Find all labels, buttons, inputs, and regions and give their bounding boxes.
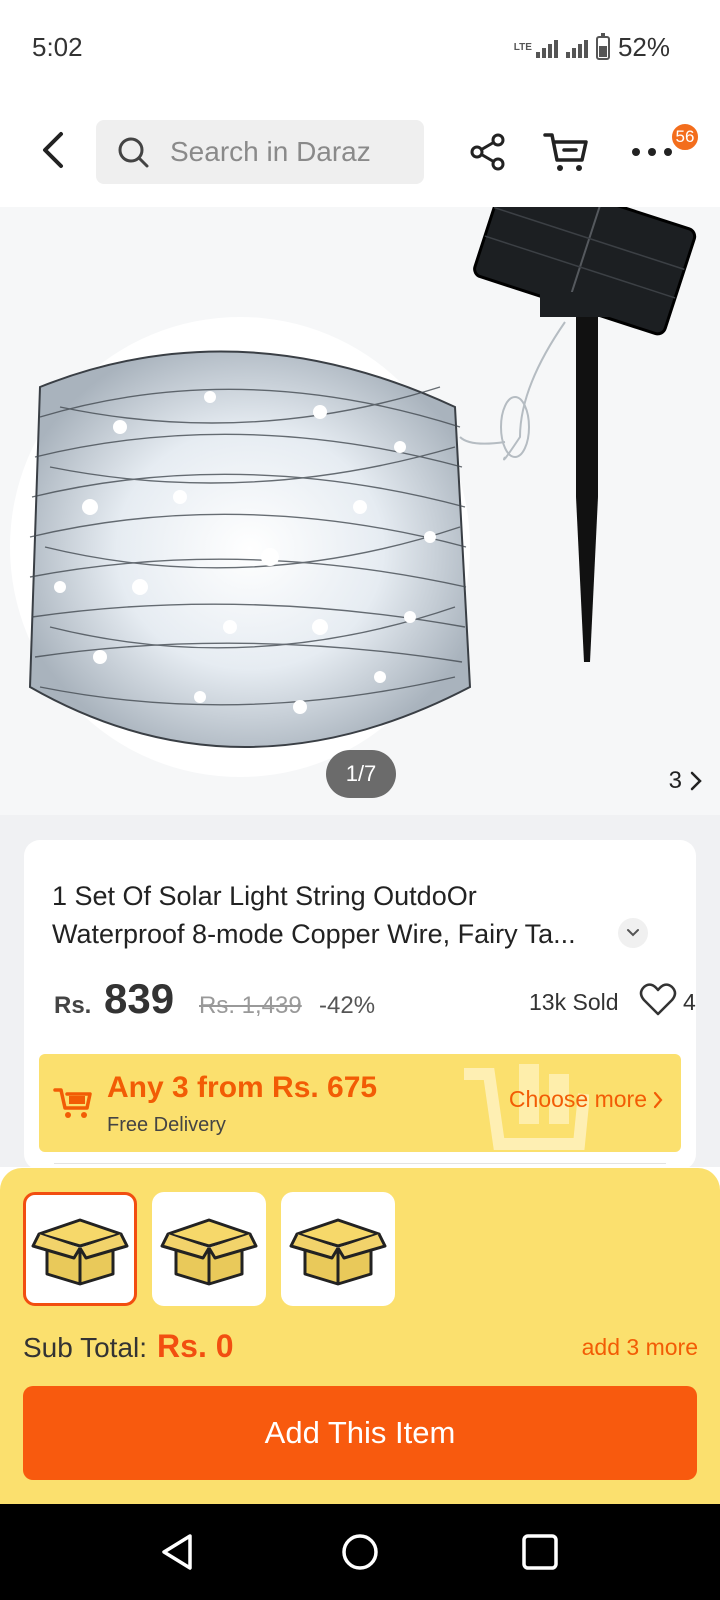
back-button[interactable] — [28, 125, 78, 175]
cart-icon — [53, 1088, 92, 1118]
bundle-slot-1[interactable] — [23, 1192, 137, 1306]
signal-icon — [535, 38, 558, 58]
choose-more-link[interactable]: Choose more — [509, 1086, 663, 1113]
product-info-card: 1 Set Of Solar Light String OutdoOr Wate… — [24, 840, 696, 1170]
status-bar: 5:02 LTE 52% — [0, 0, 720, 100]
price-value: 839 — [104, 975, 175, 1022]
divider — [54, 1163, 666, 1164]
sold-count: 13k Sold — [529, 989, 619, 1015]
search-icon — [118, 137, 149, 168]
nav-home-button[interactable] — [332, 1524, 388, 1580]
system-navigation-bar — [0, 1504, 720, 1600]
heart-icon[interactable] — [639, 983, 677, 1017]
battery-icon — [595, 32, 610, 60]
search-input[interactable]: Search in Daraz — [96, 120, 424, 184]
battery-level: 52% — [617, 32, 670, 62]
network-type: LTE — [513, 41, 532, 53]
product-image-gallery[interactable]: 1/7 3 — [0, 207, 720, 815]
cart-button[interactable] — [536, 122, 596, 182]
cart-icon — [543, 133, 588, 171]
subtotal-value: Rs. 0 — [157, 1328, 234, 1364]
status-indicators: LTE 52% — [514, 32, 670, 63]
add-more-hint: add 3 more — [581, 1334, 698, 1360]
triangle-back-icon — [162, 1534, 192, 1570]
nav-back-button[interactable] — [150, 1524, 206, 1580]
subtotal-label: Sub Total: — [23, 1332, 148, 1363]
next-image-button[interactable]: 3 — [669, 767, 702, 795]
share-button[interactable] — [458, 122, 518, 182]
bundle-slot-2[interactable] — [152, 1192, 266, 1306]
image-counter: 1/7 — [326, 750, 396, 798]
price-currency: Rs. — [54, 992, 92, 1019]
subtotal: Sub Total: Rs. 0 — [23, 1328, 234, 1365]
back-arrow-icon — [43, 132, 63, 168]
cart-count-badge: 56 — [670, 122, 700, 152]
box-icon — [31, 1218, 129, 1286]
bundle-bottom-sheet: Sub Total: Rs. 0 add 3 more Add This Ite… — [0, 1168, 720, 1504]
square-recents-icon — [522, 1534, 558, 1570]
original-price: Rs. 1,439 — [199, 992, 302, 1019]
chevron-down-icon — [627, 929, 639, 937]
nav-recents-button[interactable] — [512, 1524, 568, 1580]
signal-icon — [565, 38, 588, 58]
choose-more-label: Choose more — [508, 1086, 647, 1112]
price-row: Rs. 839 Rs. 1,439 -42% 13k Sold 4 — [54, 975, 696, 1035]
status-time: 5:02 — [32, 32, 83, 62]
bundle-slot-3[interactable] — [281, 1192, 395, 1306]
product-title-line: Waterproof 8-mode Copper Wire, Fairy Ta.… — [52, 919, 576, 949]
circle-home-icon — [342, 1534, 378, 1570]
top-bar: Search in Daraz 56 — [0, 100, 720, 205]
product-image — [10, 207, 697, 777]
add-this-item-button[interactable]: Add This Item — [23, 1386, 697, 1480]
expand-title-button[interactable] — [618, 918, 648, 948]
search-placeholder: Search in Daraz — [170, 136, 371, 167]
promo-title: Any 3 from Rs. 675 — [107, 1071, 378, 1104]
bundle-promo-banner[interactable]: Any 3 from Rs. 675 Free Delivery Choose … — [39, 1054, 681, 1152]
promo-subtitle: Free Delivery — [107, 1114, 226, 1136]
box-icon — [160, 1218, 258, 1286]
favorites-count: 4 — [683, 989, 696, 1015]
next-image-label: 3 — [668, 767, 682, 794]
box-icon — [289, 1218, 387, 1286]
more-icon — [632, 148, 672, 156]
discount-percent: -42% — [319, 992, 376, 1019]
chevron-right-icon — [690, 771, 702, 791]
share-icon — [470, 133, 505, 171]
product-title[interactable]: 1 Set Of Solar Light String OutdoOr Wate… — [52, 877, 612, 953]
chevron-right-icon — [653, 1091, 663, 1108]
product-title-line: 1 Set Of Solar Light String OutdoOr — [52, 881, 477, 911]
